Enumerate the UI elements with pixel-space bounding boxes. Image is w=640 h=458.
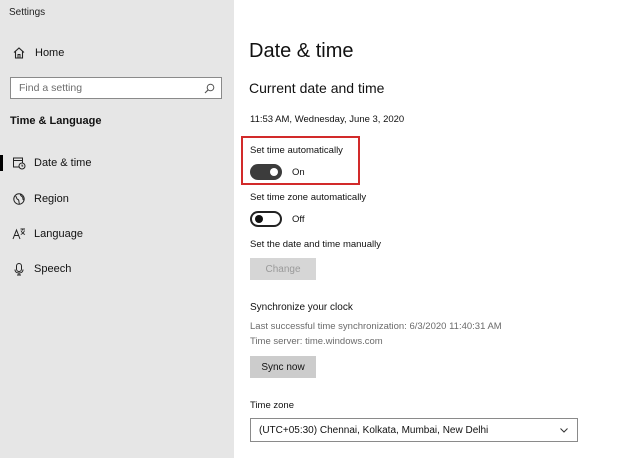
- sidebar: Settings Home Find a setting Time & Lang…: [0, 0, 234, 458]
- set-timezone-auto-toggle[interactable]: [250, 211, 282, 227]
- app-title: Settings: [9, 7, 46, 18]
- manual-datetime-label: Set the date and time manually: [250, 239, 381, 250]
- current-datetime: 11:53 AM, Wednesday, June 3, 2020: [250, 114, 405, 125]
- search-input[interactable]: Find a setting: [10, 77, 222, 99]
- sidebar-section-title: Time & Language: [10, 115, 102, 127]
- search-icon[interactable]: [204, 83, 215, 94]
- time-zone-value: (UTC+05:30) Chennai, Kolkata, Mumbai, Ne…: [259, 424, 489, 436]
- selected-indicator: [0, 155, 3, 171]
- time-zone-select[interactable]: (UTC+05:30) Chennai, Kolkata, Mumbai, Ne…: [250, 418, 578, 442]
- sync-now-button[interactable]: Sync now: [250, 356, 316, 378]
- set-time-auto-state: On: [292, 166, 305, 178]
- main-panel: Date & time Current date and time 11:53 …: [234, 0, 640, 458]
- sidebar-item-label: Date & time: [34, 157, 92, 169]
- page-title: Date & time: [249, 40, 354, 62]
- sidebar-item-label: Region: [34, 193, 69, 205]
- chevron-down-icon: [559, 425, 569, 435]
- home-icon: [12, 46, 26, 60]
- set-time-auto-toggle[interactable]: [250, 164, 282, 180]
- set-timezone-auto-row: Off: [250, 211, 305, 227]
- sidebar-item-speech[interactable]: Speech: [0, 258, 234, 280]
- globe-icon: [12, 192, 26, 206]
- set-timezone-auto-state: Off: [292, 213, 305, 225]
- section-title-current-date: Current date and time: [249, 80, 385, 96]
- toggle-knob: [255, 215, 263, 223]
- toggle-knob: [270, 168, 278, 176]
- home-link[interactable]: Home: [12, 44, 212, 62]
- last-sync-text: Last successful time synchronization: 6/…: [250, 321, 502, 332]
- sidebar-item-region[interactable]: Region: [0, 188, 234, 210]
- sidebar-item-date-time[interactable]: Date & time: [0, 152, 234, 174]
- microphone-icon: [12, 262, 26, 276]
- set-time-auto-label: Set time automatically: [250, 145, 343, 156]
- home-label: Home: [35, 47, 65, 59]
- search-placeholder: Find a setting: [19, 82, 83, 94]
- change-button[interactable]: Change: [250, 258, 316, 280]
- calendar-clock-icon: [12, 156, 26, 170]
- sync-title: Synchronize your clock: [250, 302, 353, 313]
- set-time-auto-row: On: [250, 164, 305, 180]
- language-icon: [12, 227, 26, 241]
- sidebar-item-language[interactable]: Language: [0, 223, 234, 245]
- time-server-text: Time server: time.windows.com: [250, 336, 383, 347]
- sidebar-item-label: Speech: [34, 263, 72, 275]
- time-zone-label: Time zone: [250, 400, 294, 411]
- sidebar-item-label: Language: [34, 228, 83, 240]
- set-timezone-auto-label: Set time zone automatically: [250, 192, 367, 203]
